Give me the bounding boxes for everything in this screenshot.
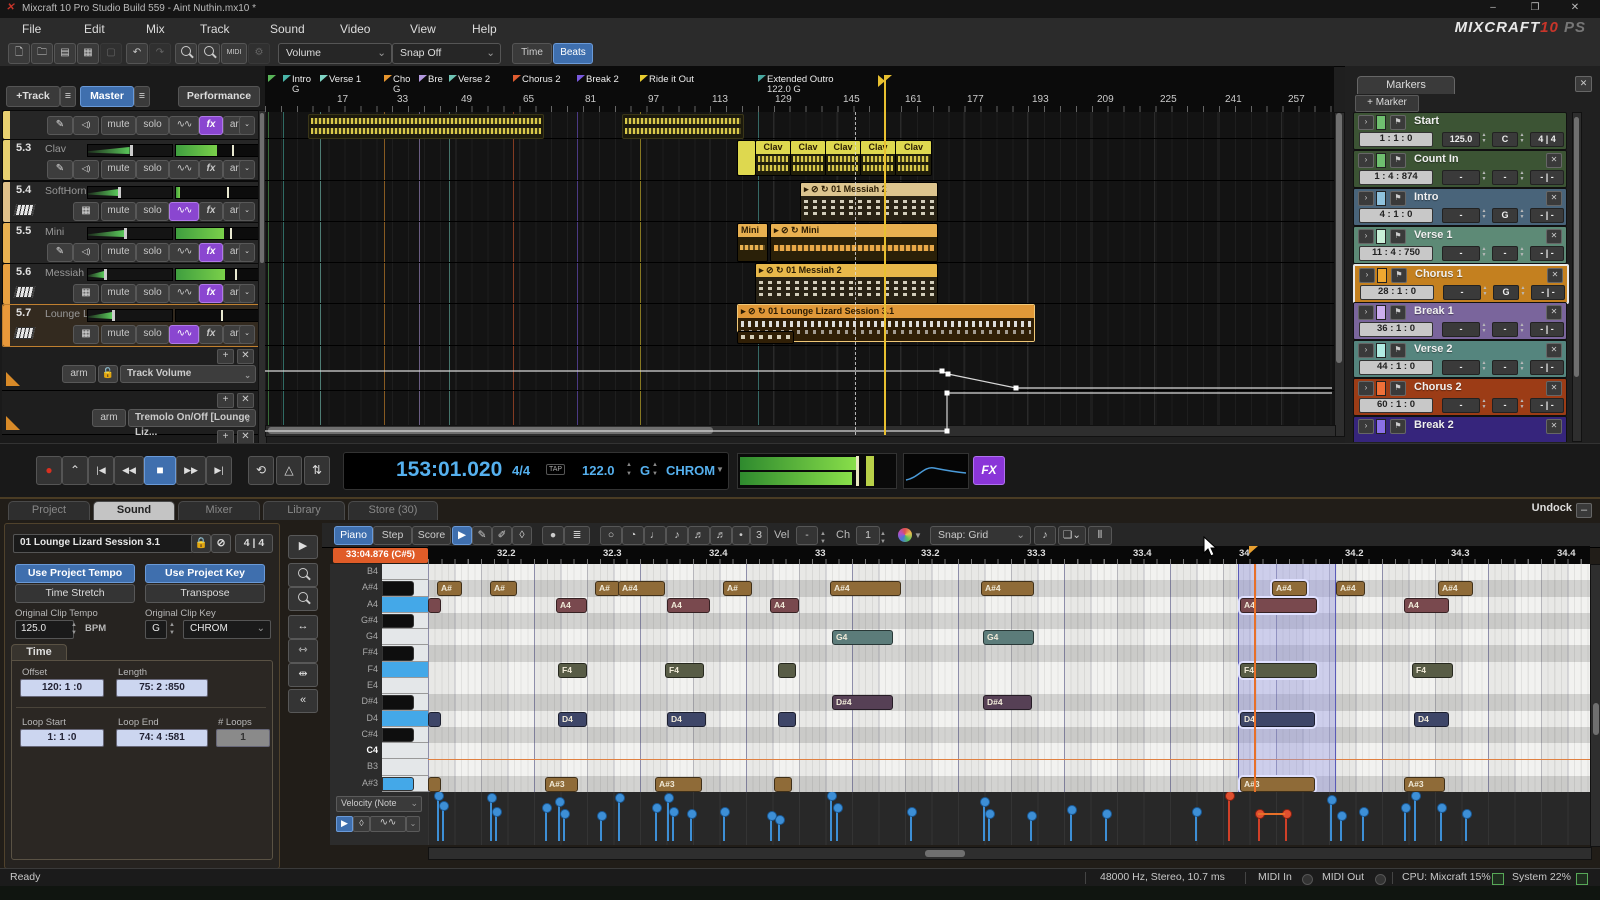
flag-sublabel: G <box>393 84 400 95</box>
flag-icon <box>577 75 585 82</box>
flag-sublabel: 122.0 G <box>767 84 801 95</box>
flag-label: Chorus 2 <box>522 74 561 85</box>
arrangement-playhead[interactable] <box>884 75 886 435</box>
flag-icon <box>320 75 328 82</box>
automation-curves <box>0 0 1600 900</box>
flag-icon <box>283 75 291 82</box>
flag-label: Break 2 <box>586 74 619 85</box>
edit-cursor-line <box>855 112 857 435</box>
flag-icon <box>268 75 276 82</box>
flag-icon <box>640 75 648 82</box>
mouse-cursor-icon <box>1203 536 1219 558</box>
flag-label: Verse 1 <box>329 74 361 85</box>
flag-sublabel: G <box>292 84 299 95</box>
flag-label: Verse 2 <box>458 74 490 85</box>
flag-label: Ride it Out <box>649 74 694 85</box>
flag-icon <box>513 75 521 82</box>
mixcraft-window: ✕ Mixcraft 10 Pro Studio Build 559 - Ain… <box>0 0 1600 900</box>
playhead-flag-icon[interactable] <box>878 75 885 87</box>
flag-icon <box>449 75 457 82</box>
flag-label: Bre <box>428 74 443 85</box>
flag-icon <box>758 75 766 82</box>
flag-icon <box>419 75 427 82</box>
pr-playhead-flag-icon[interactable] <box>1249 546 1258 554</box>
flag-icon <box>384 75 392 82</box>
